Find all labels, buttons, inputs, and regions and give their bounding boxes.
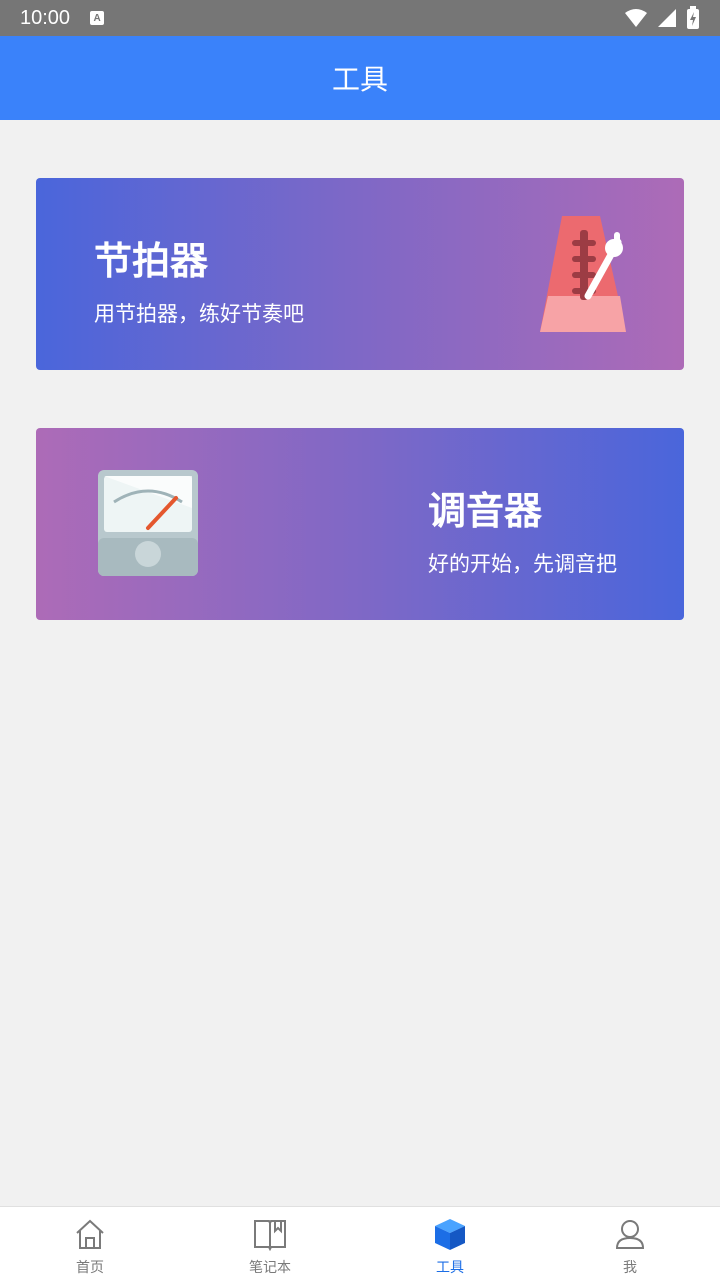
metronome-subtitle: 用节拍器，练好节奏吧 xyxy=(94,302,304,326)
bottom-nav: 首页 笔记本 工具 我 xyxy=(0,1206,720,1280)
nav-item-tools[interactable]: 工具 xyxy=(360,1207,540,1280)
status-indicators xyxy=(624,6,700,30)
page-title: 工具 xyxy=(331,63,388,96)
home-icon xyxy=(76,1219,104,1249)
tuner-title: 调音器 xyxy=(428,489,543,533)
status-bar: 10:00 A xyxy=(0,0,720,36)
a-icon: A xyxy=(90,11,105,25)
nav-item-me[interactable]: 我 xyxy=(540,1207,720,1280)
nav-label-tools: 工具 xyxy=(436,1260,464,1276)
tuner-icon xyxy=(98,470,198,576)
metronome-icon xyxy=(540,216,626,332)
nav-label-home: 首页 xyxy=(76,1260,104,1276)
nav-item-notebook[interactable]: 笔记本 xyxy=(180,1207,360,1280)
cube-icon xyxy=(435,1219,465,1250)
status-time: 10:00 xyxy=(20,6,71,29)
app-bar: 工具 xyxy=(0,36,720,120)
metronome-card[interactable]: 节拍器 用节拍器，练好节奏吧 xyxy=(36,178,684,370)
tuner-subtitle: 好的开始，先调音把 xyxy=(428,552,617,576)
nav-item-home[interactable]: 首页 xyxy=(0,1207,180,1280)
signal-icon xyxy=(658,9,676,27)
wifi-icon xyxy=(625,9,647,27)
battery-icon xyxy=(687,6,699,29)
nav-label-me: 我 xyxy=(623,1260,637,1276)
tuner-card[interactable]: 调音器 好的开始，先调音把 xyxy=(36,428,684,620)
metronome-title: 节拍器 xyxy=(94,239,209,283)
nav-label-notebook: 笔记本 xyxy=(249,1260,291,1276)
user-icon xyxy=(615,1220,645,1249)
notebook-icon xyxy=(254,1220,286,1251)
